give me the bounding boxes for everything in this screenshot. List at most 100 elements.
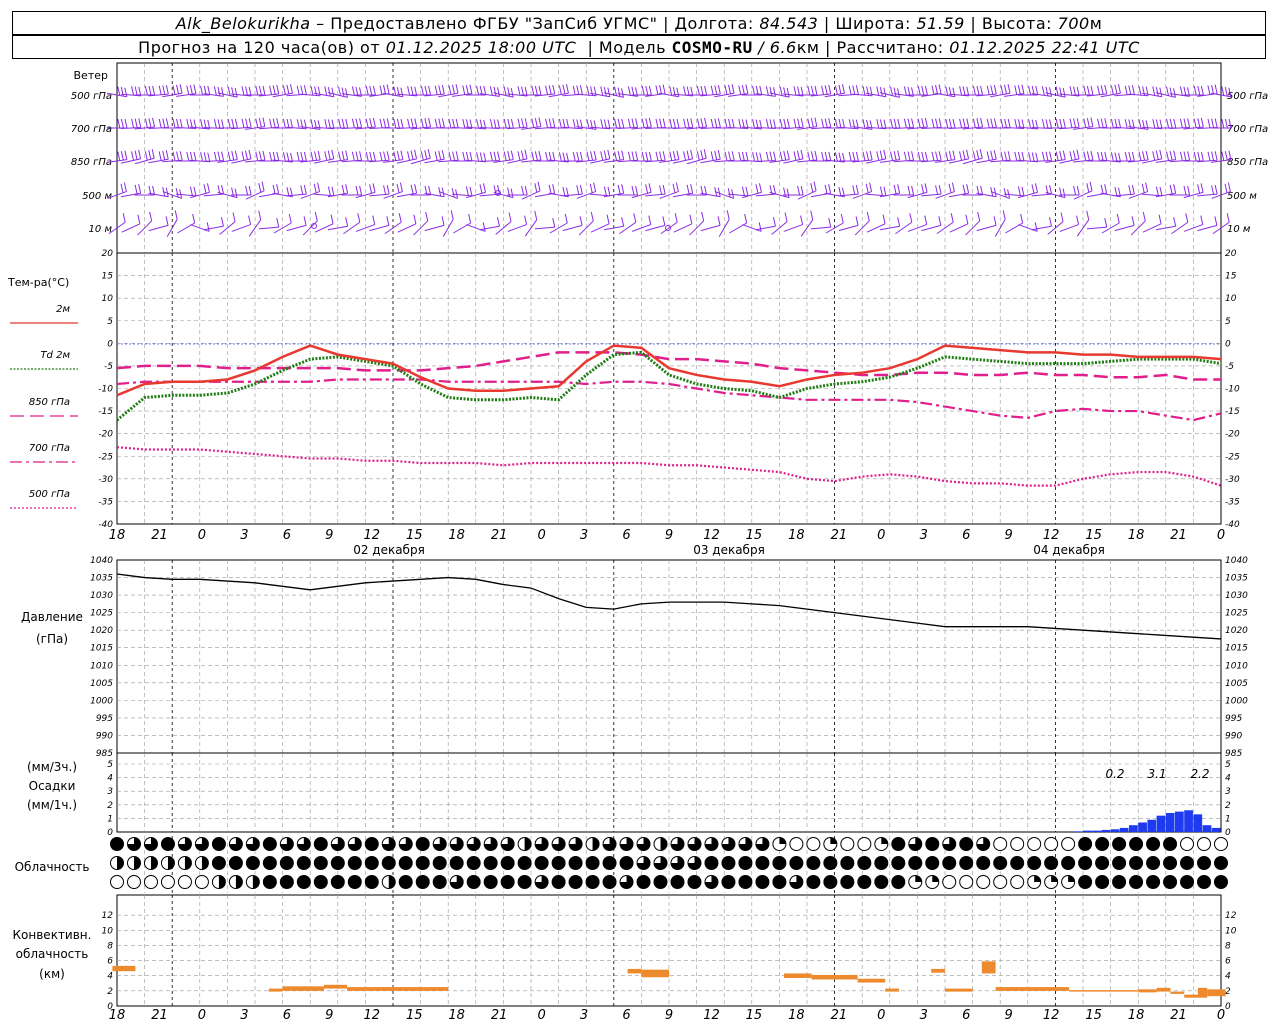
wind-barb-feather [158,85,162,95]
bottom-hour-label: 0 [198,1008,206,1023]
wind-barb-feather [728,151,732,161]
cloud-cover-symbol [925,856,940,870]
cloud-cover-fill [314,837,328,851]
wind-barb-feather [614,118,618,129]
cloud-cover-fill [925,856,939,870]
wind-barb-feather [924,85,928,96]
wind-barb-feather [1211,118,1215,128]
cloud-cover-symbol [432,875,447,889]
cloud-cover-fill [331,875,345,889]
cloud-cover-fill [1068,875,1075,882]
wind-barb-feather [493,119,497,129]
wind-barb-feather [1004,151,1008,161]
wind-barb-feather [710,85,714,95]
cloud-cover-symbol [585,856,600,870]
wind-barb-feather [993,150,997,160]
wind-barb-feather [783,151,787,161]
wind-barb-shaft [783,224,803,232]
wind-barb-feather [441,85,445,95]
wind-barb-feather [1062,87,1066,98]
cloud-cover-fill [891,875,905,889]
wind-barb-feather [455,118,459,129]
conv-title-1: Конвективн. [13,928,92,942]
cloud-cover-fill [314,875,328,889]
cloud-cover-fill [993,856,1007,870]
cloud-cover-ring [110,875,124,889]
cloud-cover-symbol [1146,856,1161,870]
wind-barb-feather [945,151,949,161]
cloud-cover-fill [201,856,209,870]
wind-barb-feather [510,118,514,129]
cloud-cover-fill [552,856,566,870]
cloud-cover-symbol [534,856,549,870]
bottom-hour-label: 18 [109,1008,126,1023]
wind-barb-shaft [1142,223,1162,233]
wind-barb-feather [1076,149,1080,160]
cloud-cover-ring [1180,837,1195,851]
wind-barb-feather [1214,185,1218,195]
cloud-cover-symbol [449,837,464,851]
wind-barb-feather [517,86,521,96]
temp-y-tick-right: -15 [1225,407,1240,417]
wind-barb-feather [607,186,611,196]
wind-barb-feather [451,188,455,198]
cloud-cover-fill [704,856,718,870]
cloud-cover-symbol [1214,856,1228,870]
wind-barb-feather [903,118,907,128]
wind-barb-feather [1169,87,1173,97]
wind-barb-shaft [313,193,335,197]
cloud-cover-fill [467,856,481,870]
wind-barb-feather [386,216,390,226]
cloud-cover-fill [1180,856,1194,870]
cloud-cover-ring [1044,837,1059,851]
pressure-y-tick-left: 1010 [90,661,113,671]
cloud-cover-symbol [1095,875,1110,889]
wind-barb-feather [407,118,411,128]
cloud-cover-fill [738,856,752,870]
wind-barb-feather [755,152,759,162]
wind-barb-feather [258,183,262,193]
wind-barb-feather [1141,183,1145,193]
wind-barb-feather [869,182,873,192]
cloud-cover-symbol [228,875,243,889]
wind-barb-feather [1035,85,1039,96]
wind-barb-feather [1155,87,1159,97]
wind-barb-feather [607,119,611,129]
wind-barb-feather [731,151,735,161]
cloud-cover-symbol [110,875,124,889]
wind-barb-feather [834,118,838,129]
cloud-cover-ring [942,875,957,889]
conv-cloud-bar [1138,989,1157,993]
wind-barb-feather [1090,85,1094,96]
precip-bar [1073,831,1083,832]
precip-y-tick-left: 0 [107,828,113,838]
wind-barb-feather [359,118,363,128]
wind-barb-feather [122,213,126,223]
wind-barb-feather [124,87,128,97]
wind-barb-feather [883,87,887,97]
precip-bar [1083,830,1092,832]
wind-barb-feather [727,188,731,198]
cloud-cover-symbol [891,875,906,889]
wind-barb-shaft [453,222,471,234]
cloud-cover-symbol [738,856,753,870]
wind-barb-feather [162,85,166,95]
wind-barb-feather [1076,185,1080,196]
wind-barb-feather [745,186,749,196]
cloud-cover-ring [1027,837,1042,851]
wind-barb-feather [1007,151,1011,161]
wind-barb-feather [951,182,955,192]
cloud-cover-symbol [806,875,821,889]
wind-barb-feather [300,185,304,195]
wind-barb-feather [834,152,838,162]
wind-barb-shaft [619,221,637,235]
wind-barb-feather [420,118,424,128]
temp-y-tick-left: 10 [102,294,114,304]
wind-barb-feather [1004,84,1007,94]
wind-barb-feather [1104,184,1108,194]
wind-barb-shaft [148,224,169,232]
wind-barb-feather [641,85,645,96]
wind-barb-feather [258,210,262,220]
wind-barb-feather [645,151,649,162]
wind-barb-feather [786,87,790,98]
